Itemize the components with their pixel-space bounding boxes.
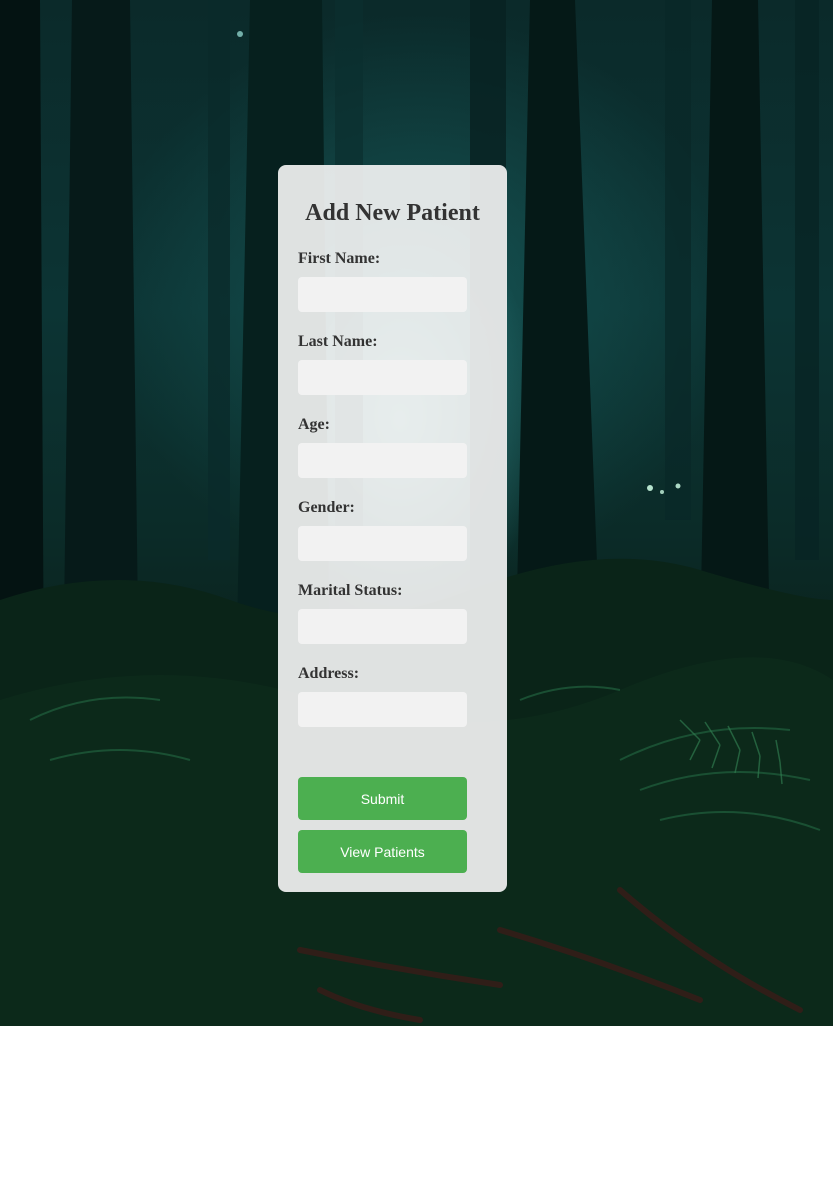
- gender-label: Gender:: [298, 499, 355, 516]
- first-name-field: First Name:: [298, 251, 467, 312]
- address-label: Address:: [298, 665, 360, 682]
- view-patients-button[interactable]: View Patients: [298, 830, 467, 873]
- last-name-input[interactable]: [298, 360, 467, 395]
- last-name-field: Last Name:: [298, 334, 467, 395]
- gender-input[interactable]: [298, 526, 467, 561]
- form-title: Add New Patient: [305, 200, 480, 226]
- marital-status-input[interactable]: [298, 609, 467, 644]
- first-name-input[interactable]: [298, 277, 467, 312]
- first-name-label: First Name:: [298, 250, 381, 267]
- last-name-label: Last Name:: [298, 333, 378, 350]
- address-field: Address:: [298, 666, 467, 727]
- gender-field: Gender:: [298, 500, 467, 561]
- marital-status-label: Marital Status:: [298, 582, 403, 599]
- age-field: Age:: [298, 417, 467, 478]
- address-input[interactable]: [298, 692, 467, 727]
- submit-button[interactable]: Submit: [298, 777, 467, 820]
- marital-status-field: Marital Status:: [298, 583, 467, 644]
- age-input[interactable]: [298, 443, 467, 478]
- add-patient-form: Add New Patient First Name: Last Name: A…: [278, 165, 507, 892]
- age-label: Age:: [298, 416, 330, 433]
